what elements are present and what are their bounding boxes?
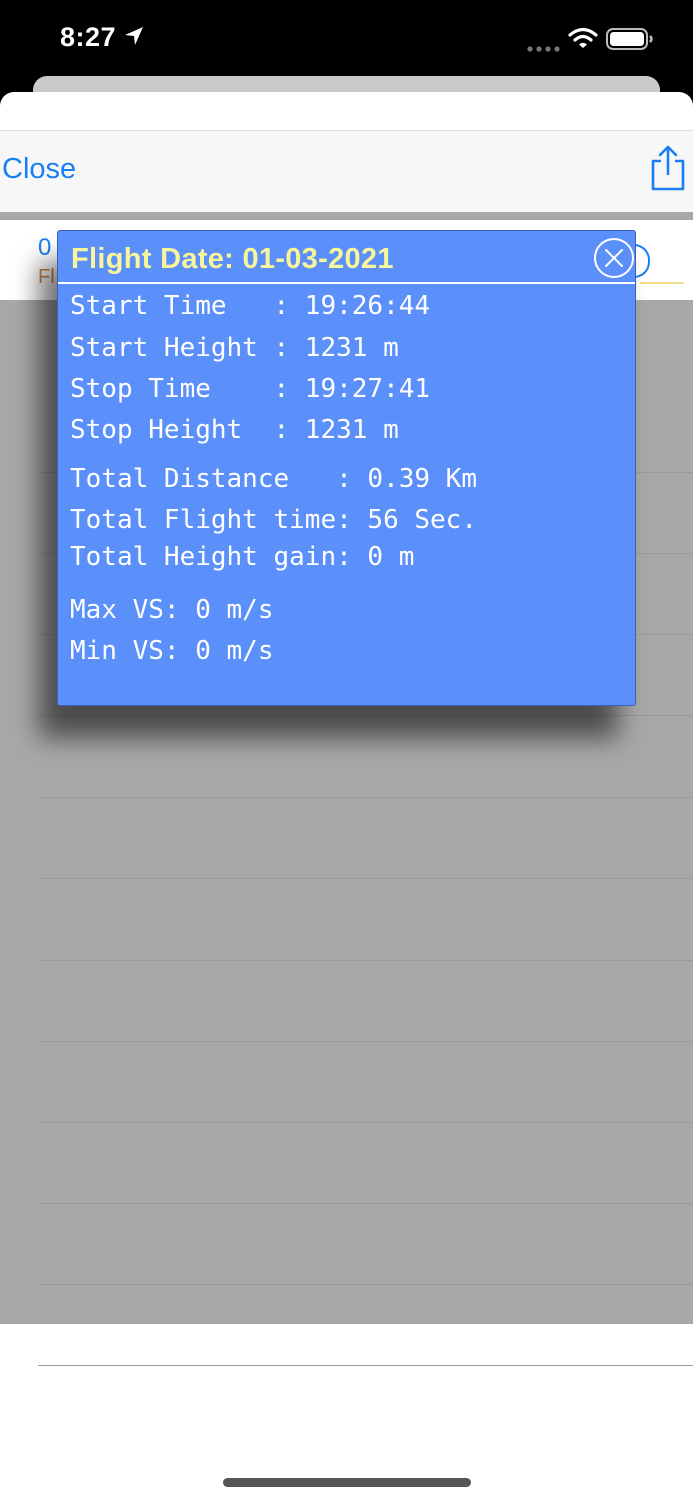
list-divider xyxy=(38,1203,693,1204)
list-divider xyxy=(38,1365,693,1366)
list-item-date: 0 xyxy=(38,234,52,261)
navigation-bar: Close xyxy=(0,130,693,214)
stop-height-line: Stop Height : 1231 m xyxy=(70,415,399,445)
home-indicator[interactable] xyxy=(223,1478,471,1487)
popup-divider xyxy=(58,282,635,284)
list-divider xyxy=(38,960,693,961)
stop-time-line: Stop Time : 19:27:41 xyxy=(70,374,431,404)
list-divider xyxy=(38,797,693,798)
status-time: 8:27 xyxy=(60,22,117,52)
start-time-line: Start Time : 19:26:44 xyxy=(70,291,431,321)
share-icon[interactable] xyxy=(650,145,686,196)
list-divider xyxy=(38,878,693,879)
status-bar: 8:27 xyxy=(0,0,693,80)
min-vs-line: Min VS: 0 m/s xyxy=(70,636,274,666)
max-vs-line: Max VS: 0 m/s xyxy=(70,595,274,625)
start-height-line: Start Height : 1231 m xyxy=(70,333,399,363)
close-button[interactable]: Close xyxy=(2,153,76,186)
cellular-signal-icon xyxy=(527,40,561,58)
list-divider xyxy=(38,715,693,716)
list-item-subtitle: Fl xyxy=(38,266,55,288)
close-circle-icon[interactable] xyxy=(594,238,634,278)
list-divider xyxy=(38,1122,693,1123)
popup-title: Flight Date: 01-03-2021 xyxy=(71,243,394,275)
location-arrow-icon xyxy=(124,26,144,51)
wifi-icon xyxy=(568,27,598,54)
total-height-gain-line: Total Height gain: 0 m xyxy=(70,542,415,572)
list-divider xyxy=(38,1041,693,1042)
total-flight-time-line: Total Flight time: 56 Sec. xyxy=(70,505,477,535)
list-divider xyxy=(38,1284,693,1285)
flight-details-popup: Flight Date: 01-03-2021 Start Time : 19:… xyxy=(57,230,636,706)
battery-icon xyxy=(606,27,654,56)
total-distance-line: Total Distance : 0.39 Km xyxy=(70,464,477,494)
row-highlight xyxy=(640,282,684,284)
